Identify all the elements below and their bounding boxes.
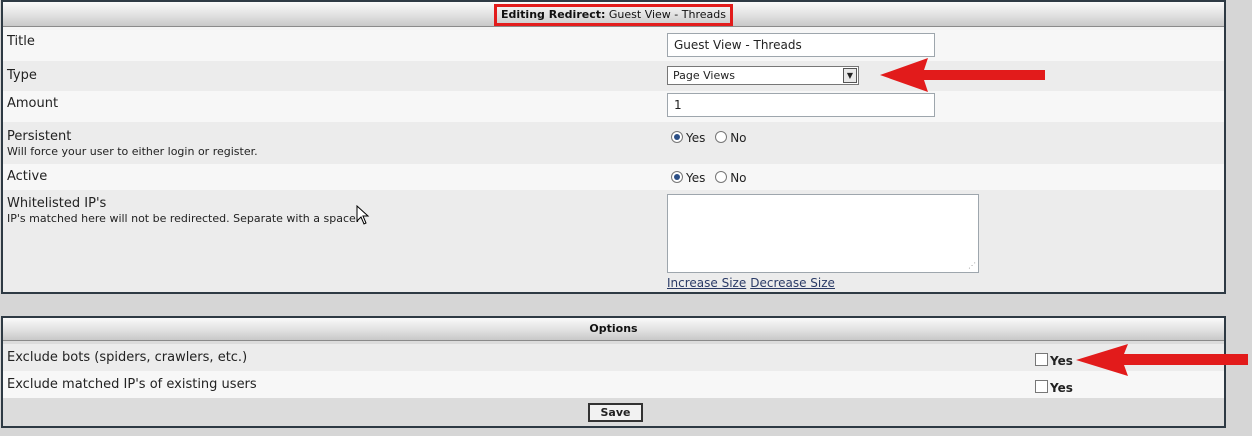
persistent-no-label: No (730, 131, 747, 145)
exclude-bots-check-group: Yes (1035, 353, 1073, 368)
active-row: Active (3, 164, 1224, 190)
save-row: Save (3, 398, 1224, 426)
persistent-radio-group: Yes No (671, 131, 747, 145)
exclude-ips-checkbox[interactable] (1035, 380, 1048, 393)
active-radio-group: Yes No (671, 171, 747, 185)
header-value: Guest View - Threads (608, 8, 726, 21)
persistent-description: Will force your user to either login or … (7, 145, 258, 158)
header-label: Editing Redirect: (501, 8, 606, 21)
size-links: Increase Size Decrease Size (667, 276, 839, 290)
whitelist-description: IP's matched here will not be redirected… (7, 212, 360, 225)
amount-label: Amount (7, 96, 59, 111)
exclude-bots-yes-label: Yes (1050, 354, 1073, 368)
amount-row: Amount (3, 91, 1224, 122)
title-label: Title (7, 34, 35, 49)
options-header: Options (3, 318, 1224, 341)
chevron-down-icon[interactable]: ▼ (843, 68, 857, 83)
active-yes-label: Yes (686, 171, 706, 185)
exclude-ips-yes-label: Yes (1050, 381, 1073, 395)
persistent-yes-label: Yes (686, 131, 706, 145)
type-select[interactable]: Page Views ▼ (667, 66, 859, 85)
active-no-label: No (730, 171, 747, 185)
increase-size-link[interactable]: Increase Size (667, 276, 746, 290)
active-no-radio[interactable] (715, 171, 728, 183)
whitelist-label: Whitelisted IP's (7, 196, 107, 211)
persistent-no-radio[interactable] (715, 131, 728, 143)
annotation-arrow-icon (1076, 344, 1248, 376)
active-label: Active (7, 169, 48, 184)
type-select-value: Page Views (673, 69, 735, 82)
header-highlight-box: Editing Redirect: Guest View - Threads (494, 4, 733, 26)
persistent-row: Persistent Will force your user to eithe… (3, 122, 1224, 164)
whitelist-textarea[interactable]: ⋰ (667, 194, 979, 273)
persistent-label: Persistent (7, 129, 72, 144)
save-button[interactable]: Save (588, 403, 643, 422)
editing-redirect-panel: Editing Redirect: Guest View - Threads T… (1, 0, 1226, 294)
amount-input[interactable]: 1 (667, 93, 935, 117)
exclude-ips-check-group: Yes (1035, 380, 1073, 395)
resize-grip-icon[interactable]: ⋰ (968, 262, 976, 270)
annotation-arrow-icon (880, 58, 1045, 92)
title-input[interactable]: Guest View - Threads (667, 33, 935, 57)
panel-header: Editing Redirect: Guest View - Threads (3, 2, 1224, 27)
whitelist-row: Whitelisted IP's IP's matched here will … (3, 190, 1224, 292)
options-panel: Options Exclude bots (spiders, crawlers,… (1, 316, 1226, 428)
active-yes-radio[interactable] (671, 171, 683, 183)
decrease-size-link[interactable]: Decrease Size (750, 276, 835, 290)
mouse-cursor-icon (356, 205, 370, 225)
exclude-bots-checkbox[interactable] (1035, 353, 1048, 366)
persistent-yes-radio[interactable] (671, 131, 683, 143)
